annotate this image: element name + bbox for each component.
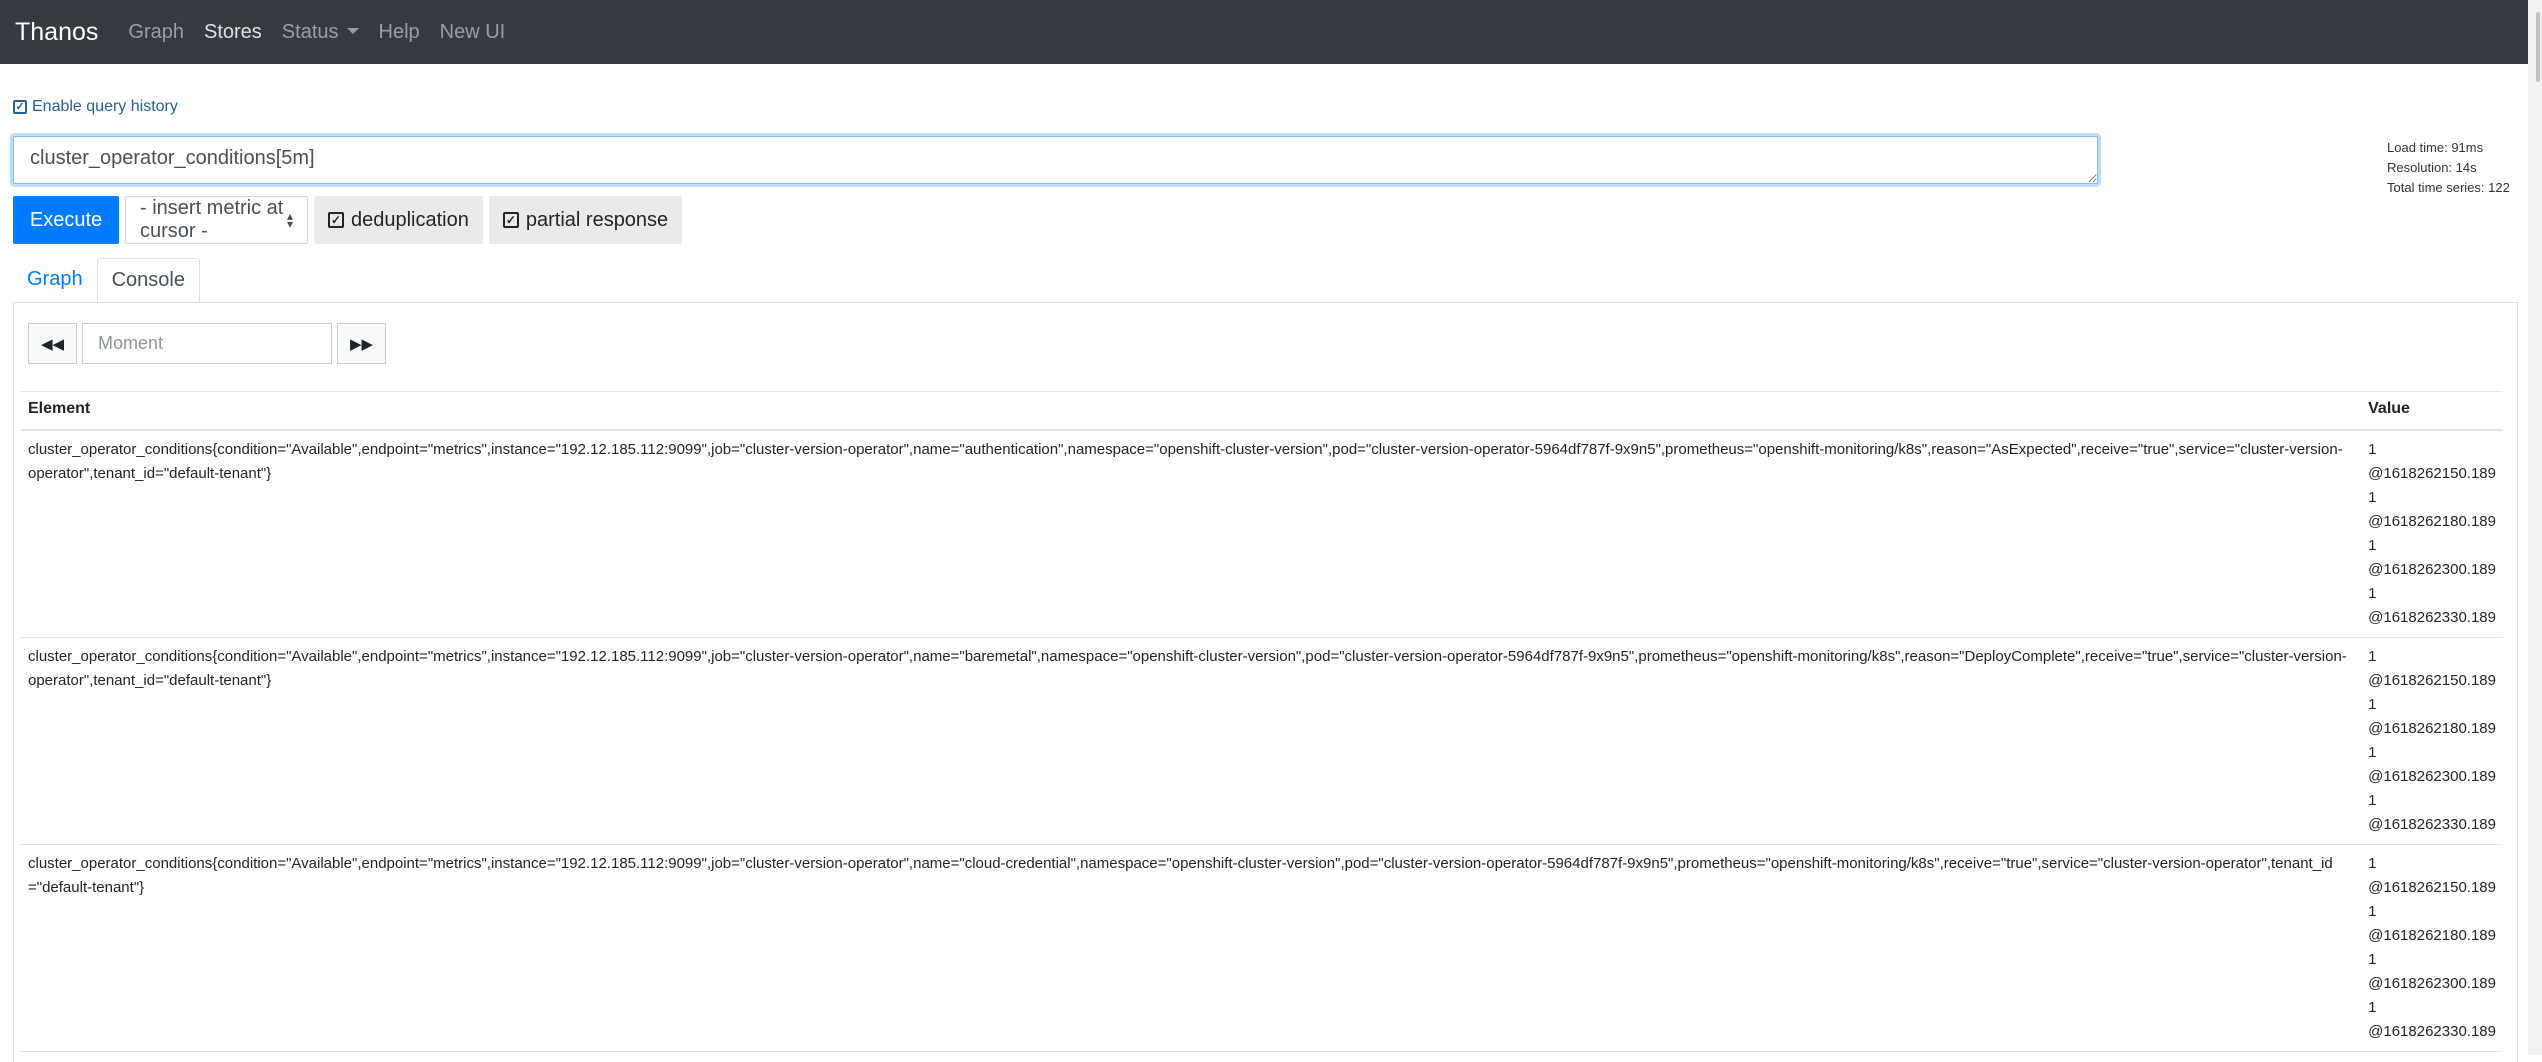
deduplication-label: deduplication: [351, 208, 469, 231]
sample-timestamp: @1618262150.189: [2368, 671, 2496, 689]
nav-status-dropdown[interactable]: Status: [282, 21, 359, 44]
nav-graph[interactable]: Graph: [128, 21, 184, 44]
sample-timestamp: @1618262300.189: [2368, 560, 2496, 578]
sample-value: 1: [2368, 536, 2377, 554]
table-header-row: Element Value: [21, 391, 2503, 431]
moment-input[interactable]: [82, 323, 332, 364]
sample-value: 1: [2368, 488, 2377, 506]
sample-value: 1: [2368, 440, 2377, 458]
nav-stores[interactable]: Stores: [204, 21, 262, 44]
select-arrows-icon: ▴ ▾: [286, 209, 293, 231]
column-header-element: Element: [21, 391, 2362, 431]
series-values: 1 @1618262150.189 1 @1618262180.189 1 @161826…: [2361, 844, 2503, 1052]
total-time-series: Total time series: 122: [2387, 180, 2510, 195]
moment-back-button[interactable]: ◀◀: [28, 323, 77, 364]
execute-button[interactable]: Execute: [13, 196, 119, 244]
sample-timestamp: @1618262330.189: [2368, 815, 2496, 833]
table-row: cluster_operator_conditions{condition="A…: [21, 637, 2503, 845]
double-chevron-left-icon: ◀◀: [40, 335, 65, 353]
partial-response-toggle[interactable]: ✓ partial response: [488, 196, 683, 244]
sample-timestamp: @1618262150.189: [2368, 878, 2496, 896]
results-body: cluster_operator_conditions{condition="A…: [21, 429, 2503, 1052]
resolution: Resolution: 14s: [2387, 160, 2477, 175]
deduplication-toggle[interactable]: ✓ deduplication: [314, 196, 483, 244]
query-toolbar: Execute - insert metric at cursor - ▴ ▾ ✓…: [13, 196, 688, 244]
table-row: cluster_operator_conditions{condition="A…: [21, 844, 2503, 1052]
sample-value: 1: [2368, 950, 2377, 968]
sample-timestamp: @1618262180.189: [2368, 512, 2496, 530]
query-expression-input[interactable]: [13, 136, 2098, 184]
caret-down-icon: [346, 27, 359, 34]
nav-help[interactable]: Help: [379, 21, 420, 44]
sample-value: 1: [2368, 791, 2377, 809]
load-time: Load time: 91ms: [2387, 140, 2484, 155]
query-stats: Load time: 91ms Resolution: 14s Total ti…: [2387, 138, 2510, 198]
console-panel: ◀◀ ▶▶ Element Value cluster_operator_con…: [13, 302, 2518, 1062]
sample-timestamp: @1618262150.189: [2368, 464, 2496, 482]
page-scrollbar[interactable]: [2528, 0, 2542, 1055]
moment-forward-button[interactable]: ▶▶: [337, 323, 386, 364]
series-values: 1 @1618262150.189 1 @1618262180.189 1 @161826…: [2361, 429, 2503, 638]
partial-response-label: partial response: [525, 208, 669, 231]
sample-timestamp: @1618262180.189: [2368, 926, 2496, 944]
enable-query-history-toggle[interactable]: ✓ Enable query history: [13, 98, 178, 116]
checkbox-checked-icon: ✓: [502, 212, 519, 228]
sample-value: 1: [2368, 998, 2377, 1016]
insert-metric-select-value: - insert metric at cursor -: [140, 197, 284, 242]
console-results-table: Element Value cluster_operator_condition…: [21, 391, 2503, 1052]
nav-new-ui[interactable]: New UI: [440, 21, 506, 44]
sample-value: 1: [2368, 584, 2377, 602]
sample-timestamp: @1618262300.189: [2368, 767, 2496, 785]
sample-value: 1: [2368, 695, 2377, 713]
moment-navigation: ◀◀ ▶▶: [28, 323, 386, 364]
sample-timestamp: @1618262330.189: [2368, 1022, 2496, 1040]
double-chevron-right-icon: ▶▶: [349, 335, 374, 353]
series-values: 1 @1618262150.189 1 @1618262180.189 1 @161826…: [2361, 637, 2503, 845]
checkbox-checked-icon: ✓: [328, 212, 344, 228]
tab-console[interactable]: Console: [96, 258, 200, 303]
series-element: cluster_operator_conditions{condition="A…: [21, 429, 2362, 638]
insert-metric-select[interactable]: - insert metric at cursor - ▴ ▾: [125, 196, 308, 244]
tab-graph[interactable]: Graph: [13, 258, 97, 303]
brand-logo[interactable]: Thanos: [15, 18, 98, 47]
sample-timestamp: @1618262300.189: [2368, 974, 2496, 992]
table-row: cluster_operator_conditions{condition="A…: [21, 429, 2503, 638]
top-navbar: Thanos Graph Stores Status Help New UI: [0, 0, 2528, 64]
column-header-value: Value: [2361, 391, 2503, 431]
sample-timestamp: @1618262330.189: [2368, 608, 2496, 626]
series-element: cluster_operator_conditions{condition="A…: [21, 637, 2362, 845]
checkbox-checked-icon: ✓: [13, 100, 27, 114]
scrollbar-thumb[interactable]: [2536, 12, 2540, 82]
sample-value: 1: [2368, 743, 2377, 761]
nav-status-label: Status: [281, 20, 339, 43]
sample-timestamp: @1618262180.189: [2368, 719, 2496, 737]
sample-value: 1: [2368, 902, 2377, 920]
sample-value: 1: [2368, 647, 2377, 665]
series-element: cluster_operator_conditions{condition="A…: [21, 844, 2362, 1052]
view-tabs: Graph Console: [13, 258, 200, 303]
sample-value: 1: [2368, 854, 2377, 872]
enable-query-history-label: Enable query history: [32, 98, 178, 115]
